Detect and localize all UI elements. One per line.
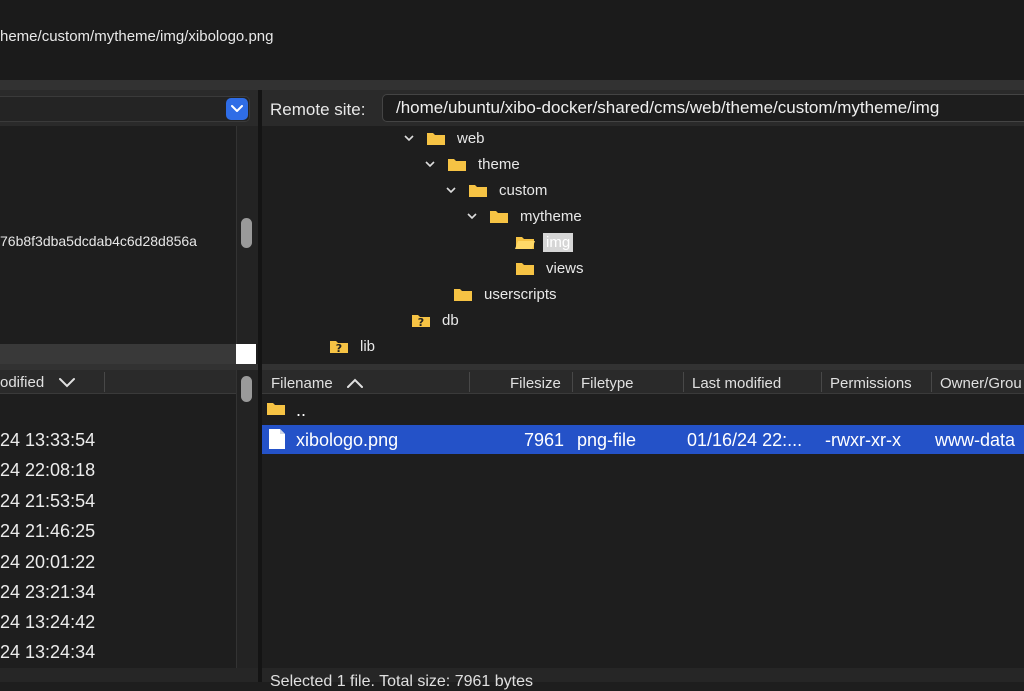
- column-divider[interactable]: [104, 372, 105, 392]
- folder-icon: [490, 211, 508, 223]
- file-name: xibologo.png: [296, 430, 399, 450]
- file-modified: 01/16/24 22:...: [687, 430, 803, 450]
- list-item[interactable]: 24 22:08:18: [0, 460, 95, 481]
- status-text: Selected 1 file. Total size: 7961 bytes: [270, 673, 533, 690]
- column-divider[interactable]: [572, 372, 573, 392]
- remote-directory-tree[interactable]: [262, 126, 1024, 364]
- file-type: png-file: [577, 430, 637, 450]
- list-item[interactable]: 24 21:53:54: [0, 491, 95, 512]
- tree-node-lib[interactable]: ? lib: [329, 335, 378, 357]
- chevron-down-icon: [231, 105, 243, 112]
- tree-label: userscripts: [484, 285, 557, 303]
- splitter[interactable]: [0, 80, 1024, 90]
- local-status-bar: [0, 668, 258, 682]
- tree-node-views[interactable]: views: [515, 257, 587, 279]
- remote-site-label: Remote site:: [270, 100, 366, 119]
- tree-label: lib: [360, 337, 376, 355]
- list-item[interactable]: 24 23:21:34: [0, 582, 95, 603]
- scroll-corner: [236, 344, 256, 364]
- column-filetype[interactable]: Filetype: [581, 375, 634, 392]
- parent-dir-label: ..: [296, 400, 307, 420]
- sort-ascending-icon[interactable]: [346, 377, 364, 389]
- tree-node-mytheme[interactable]: mytheme: [465, 205, 585, 227]
- folder-icon: [427, 133, 445, 145]
- local-tree-item[interactable]: 76b8f3dba5dcdab4c6d28d856a: [0, 233, 197, 249]
- chevron-down-icon[interactable]: [423, 157, 437, 171]
- list-item[interactable]: 24 13:24:34: [0, 642, 95, 663]
- folder-open-icon: [515, 237, 535, 249]
- folder-unknown-icon: ?: [412, 315, 430, 328]
- folder-icon: [454, 289, 472, 301]
- file-permissions: -rwxr-xr-x: [825, 430, 901, 450]
- tree-label: custom: [499, 181, 548, 199]
- tree-label-selected: img: [543, 232, 574, 252]
- column-owner-group[interactable]: Owner/Grou: [940, 375, 1022, 392]
- column-last-modified[interactable]: odified: [0, 374, 44, 391]
- log-line: heme/custom/mytheme/img/xibologo.png: [0, 28, 274, 45]
- file-icon: [269, 429, 285, 449]
- column-permissions[interactable]: Permissions: [830, 375, 912, 392]
- local-tree-scroll-thumb[interactable]: [241, 218, 252, 248]
- folder-icon: [469, 185, 487, 197]
- folder-icon: [448, 159, 466, 171]
- column-filesize[interactable]: Filesize: [510, 375, 561, 392]
- chevron-down-icon[interactable]: [465, 209, 479, 223]
- folder-unknown-icon: ?: [330, 341, 348, 354]
- folder-icon: [267, 403, 285, 415]
- column-divider[interactable]: [683, 372, 684, 392]
- local-path-dropdown[interactable]: [0, 96, 250, 122]
- list-item[interactable]: 24 20:01:22: [0, 552, 95, 573]
- tree-label: mytheme: [520, 207, 582, 225]
- file-size: 7961: [524, 430, 565, 450]
- folder-icon: [516, 263, 534, 275]
- tree-node-web[interactable]: web: [402, 127, 488, 149]
- tree-node-db[interactable]: ? db: [411, 309, 462, 331]
- chevron-down-icon[interactable]: [444, 183, 458, 197]
- tree-label: web: [457, 129, 485, 147]
- dropdown-chevron-button[interactable]: [226, 98, 248, 120]
- list-item[interactable]: 24 13:33:54: [0, 430, 95, 451]
- tree-label: theme: [478, 155, 520, 173]
- list-item[interactable]: 24 13:24:42: [0, 612, 95, 633]
- list-item[interactable]: 24 21:46:25: [0, 521, 95, 542]
- tree-node-userscripts[interactable]: userscripts: [453, 283, 560, 305]
- svg-text:?: ?: [336, 342, 342, 354]
- tree-label: db: [442, 311, 459, 329]
- tree-node-theme[interactable]: theme: [423, 153, 523, 175]
- tree-node-custom[interactable]: custom: [444, 179, 550, 201]
- column-divider[interactable]: [821, 372, 822, 392]
- column-last-modified[interactable]: Last modified: [692, 375, 781, 392]
- tree-node-img[interactable]: img: [515, 231, 574, 253]
- sort-descending-icon[interactable]: [58, 376, 76, 394]
- tree-label: views: [546, 259, 584, 277]
- local-list-scrollbar[interactable]: [236, 370, 258, 670]
- column-divider[interactable]: [469, 372, 470, 392]
- chevron-down-icon[interactable]: [402, 131, 416, 145]
- column-filename[interactable]: Filename: [271, 375, 333, 392]
- local-list-scroll-thumb[interactable]: [241, 376, 252, 402]
- column-divider[interactable]: [931, 372, 932, 392]
- svg-text:?: ?: [418, 316, 424, 328]
- local-tree-hscrollbar[interactable]: [0, 344, 236, 364]
- remote-path-input[interactable]: /home/ubuntu/xibo-docker/shared/cms/web/…: [382, 94, 1024, 122]
- file-owner: www-data: [935, 430, 1016, 450]
- table-row-parent[interactable]: [262, 395, 1024, 423]
